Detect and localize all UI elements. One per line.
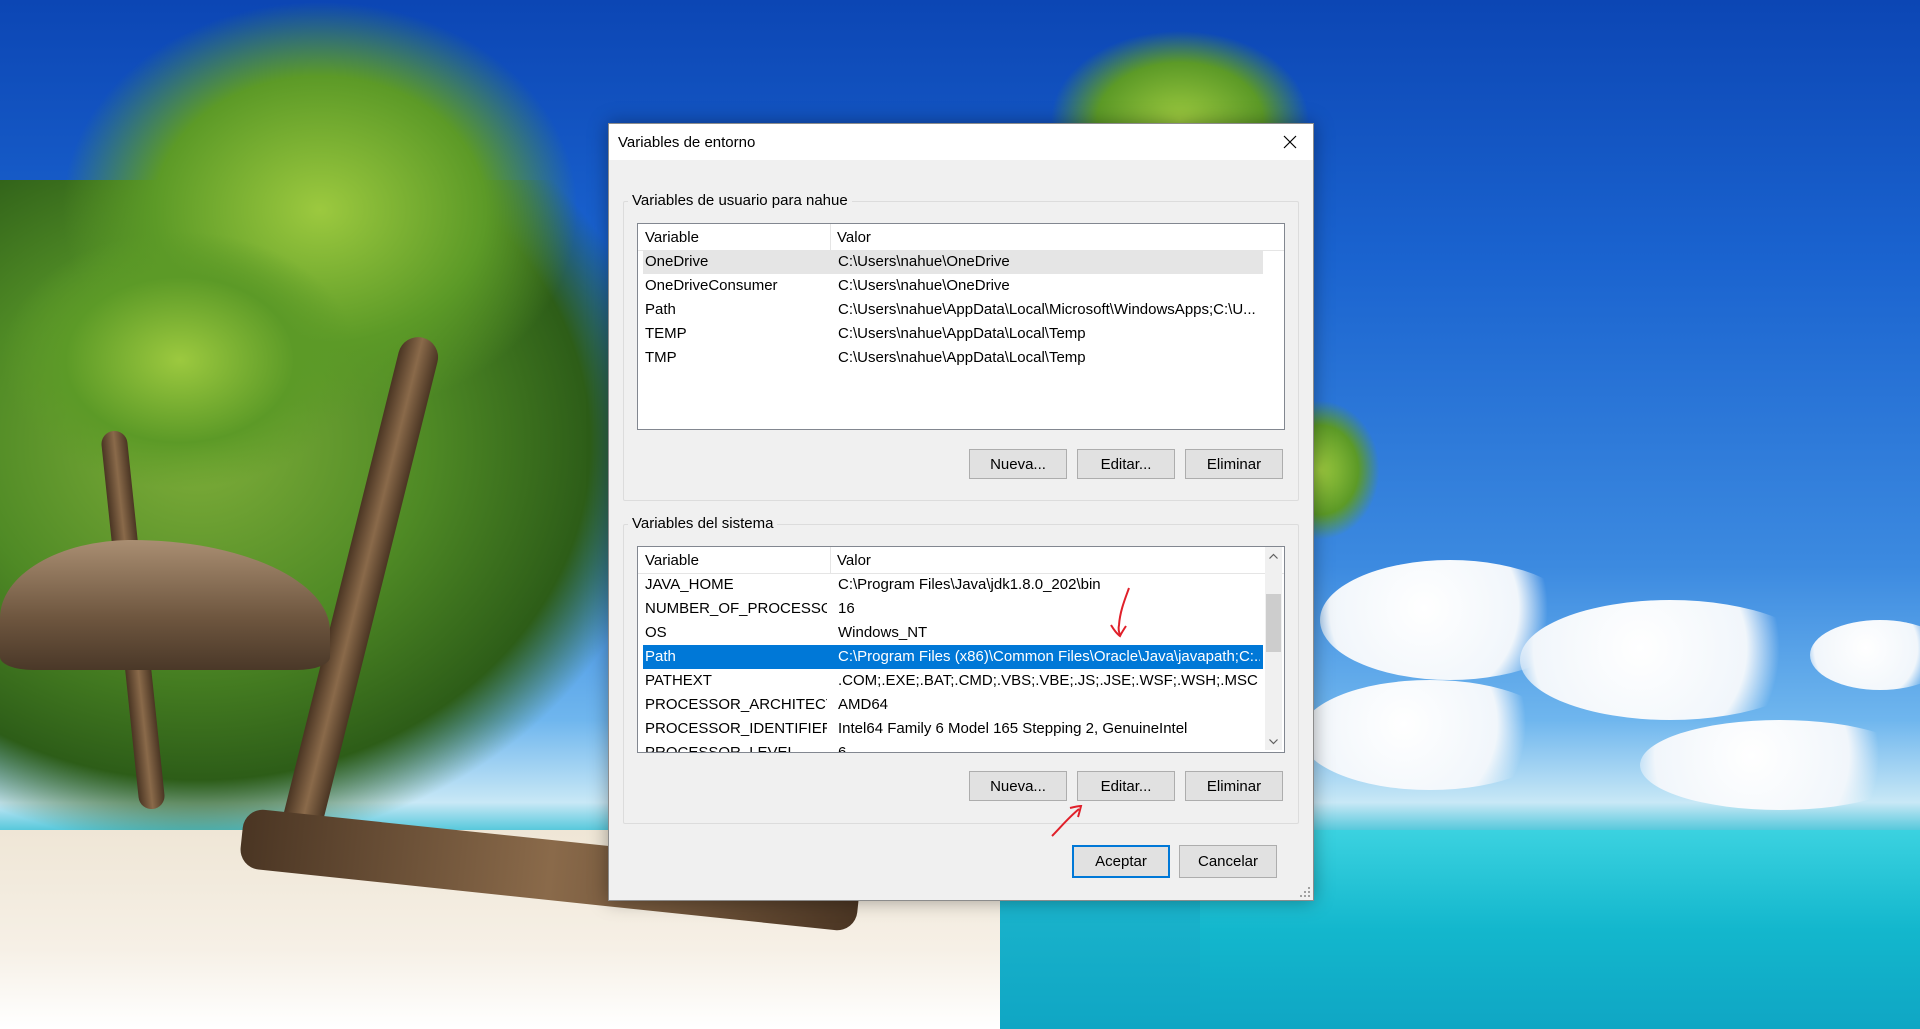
annotation-arrow-icon <box>1051 804 1083 837</box>
cloud <box>1640 720 1920 810</box>
variable-value: C:\Users\nahue\OneDrive <box>838 253 1010 270</box>
variable-value: 16 <box>838 600 855 617</box>
system-variables-list[interactable]: Variable Valor JAVA_HOME C:\Program Files… <box>637 546 1285 753</box>
cloud <box>1810 620 1920 690</box>
chevron-down-icon <box>1269 738 1278 744</box>
cloud <box>1300 680 1560 790</box>
system-delete-button[interactable]: Eliminar <box>1185 771 1283 801</box>
user-edit-button[interactable]: Editar... <box>1077 449 1175 479</box>
column-header-value[interactable]: Valor <box>837 229 871 246</box>
variable-value: Intel64 Family 6 Model 165 Stepping 2, G… <box>838 720 1188 737</box>
list-row[interactable]: OneDriveConsumer C:\Users\nahue\OneDrive <box>643 274 1263 298</box>
list-row[interactable]: TMP C:\Users\nahue\AppData\Local\Temp <box>643 346 1263 370</box>
variable-value: .COM;.EXE;.BAT;.CMD;.VBS;.VBE;.JS;.JSE;.… <box>838 672 1258 689</box>
variable-name: TEMP <box>645 325 687 342</box>
variable-name: OneDrive <box>645 253 709 270</box>
variable-name: PROCESSOR_ARCHITECTU... <box>645 696 827 713</box>
list-header: Variable Valor <box>638 547 1284 574</box>
environment-variables-dialog: Variables de entorno Variables de usuari… <box>608 123 1314 901</box>
system-edit-button[interactable]: Editar... <box>1077 771 1175 801</box>
dialog-title: Variables de entorno <box>618 134 756 151</box>
variable-name: NUMBER_OF_PROCESSORS <box>645 600 827 617</box>
variable-name: PATHEXT <box>645 672 712 689</box>
list-header: Variable Valor <box>638 224 1284 251</box>
cancel-button[interactable]: Cancelar <box>1179 845 1277 878</box>
variable-name: JAVA_HOME <box>645 576 734 593</box>
column-separator[interactable] <box>830 224 831 250</box>
variable-name: OneDriveConsumer <box>645 277 778 294</box>
column-header-value[interactable]: Valor <box>837 552 871 569</box>
system-variables-label: Variables del sistema <box>628 515 778 532</box>
close-icon <box>1283 135 1297 149</box>
user-variables-label: Variables de usuario para nahue <box>628 192 852 209</box>
scroll-thumb[interactable] <box>1266 594 1281 652</box>
variable-value: 6 <box>838 744 847 753</box>
variable-value: C:\Users\nahue\AppData\Local\Temp <box>838 349 1086 366</box>
list-row[interactable]: PROCESSOR_IDENTIFIER Intel64 Family 6 Mod… <box>643 717 1263 741</box>
scroll-down-button[interactable] <box>1265 733 1282 750</box>
column-separator[interactable] <box>830 547 831 573</box>
list-row[interactable]: Path C:\Program Files (x86)\Common Files\… <box>643 645 1263 669</box>
variable-value: C:\Users\nahue\AppData\Local\Temp <box>838 325 1086 342</box>
variable-name: Path <box>645 301 676 318</box>
list-row[interactable]: PROCESSOR_ARCHITECTU... AMD64 <box>643 693 1263 717</box>
scroll-up-button[interactable] <box>1265 547 1282 564</box>
variable-name: Path <box>645 648 676 665</box>
list-row[interactable]: JAVA_HOME C:\Program Files\Java\jdk1.8.0_… <box>643 573 1263 597</box>
list-row[interactable]: OneDrive C:\Users\nahue\OneDrive <box>643 250 1263 274</box>
user-new-button[interactable]: Nueva... <box>969 449 1067 479</box>
variable-name: PROCESSOR_LEVEL <box>645 744 796 753</box>
variable-value: C:\Users\nahue\AppData\Local\Microsoft\W… <box>838 301 1256 318</box>
column-header-variable[interactable]: Variable <box>645 229 699 246</box>
list-row[interactable]: TEMP C:\Users\nahue\AppData\Local\Temp <box>643 322 1263 346</box>
list-row[interactable]: Path C:\Users\nahue\AppData\Local\Microso… <box>643 298 1263 322</box>
variable-value: C:\Users\nahue\OneDrive <box>838 277 1010 294</box>
variable-name: TMP <box>645 349 677 366</box>
variable-value: C:\Program Files\Java\jdk1.8.0_202\bin <box>838 576 1101 593</box>
user-delete-button[interactable]: Eliminar <box>1185 449 1283 479</box>
annotation-arrow-icon <box>1110 587 1130 638</box>
list-row[interactable]: OS Windows_NT <box>643 621 1263 645</box>
title-bar[interactable]: Variables de entorno <box>609 124 1313 160</box>
column-header-variable[interactable]: Variable <box>645 552 699 569</box>
variable-value: C:\Program Files (x86)\Common Files\Orac… <box>838 648 1260 665</box>
user-variables-list[interactable]: Variable Valor OneDrive C:\Users\nahue\On… <box>637 223 1285 430</box>
cloud <box>1520 600 1820 720</box>
list-row[interactable]: PROCESSOR_LEVEL 6 <box>643 741 1263 753</box>
close-button[interactable] <box>1267 124 1313 160</box>
list-row[interactable]: PATHEXT .COM;.EXE;.BAT;.CMD;.VBS;.VBE;.JS… <box>643 669 1263 693</box>
resize-grip-icon[interactable] <box>1299 886 1311 898</box>
vertical-scrollbar[interactable] <box>1265 547 1282 750</box>
variable-value: Windows_NT <box>838 624 928 641</box>
variable-name: OS <box>645 624 667 641</box>
variable-name: PROCESSOR_IDENTIFIER <box>645 720 827 737</box>
list-row[interactable]: NUMBER_OF_PROCESSORS 16 <box>643 597 1263 621</box>
system-new-button[interactable]: Nueva... <box>969 771 1067 801</box>
palm-fronds <box>0 230 360 490</box>
chevron-up-icon <box>1269 553 1278 559</box>
variable-value: AMD64 <box>838 696 889 713</box>
ok-button[interactable]: Aceptar <box>1072 845 1170 878</box>
